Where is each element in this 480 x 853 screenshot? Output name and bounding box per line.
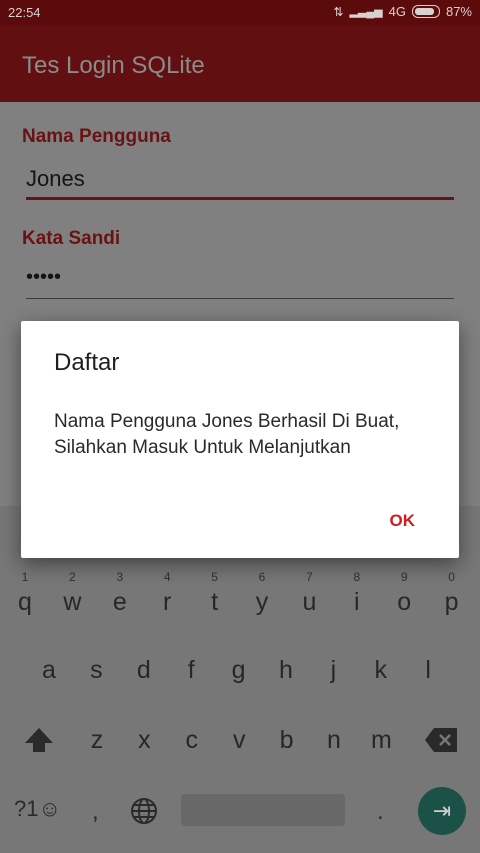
key-o[interactable]: o9 — [384, 570, 424, 617]
dialog-title: Daftar — [54, 349, 120, 376]
key-n[interactable]: n — [314, 726, 354, 755]
key-u[interactable]: u7 — [289, 570, 329, 617]
network-type: 4G — [388, 4, 406, 19]
key-w[interactable]: w2 — [52, 570, 92, 617]
key-h[interactable]: h — [266, 656, 306, 685]
key-label: d — [136, 656, 151, 684]
key-hint: 2 — [69, 570, 76, 584]
key-p[interactable]: p0 — [432, 570, 472, 617]
key-hint: 0 — [448, 570, 455, 584]
password-label: Kata Sandi — [22, 228, 121, 249]
key-label: c — [185, 726, 199, 754]
keyboard-row-2: asdfghjkl — [0, 656, 480, 716]
enter-arrow-icon: ⇥ — [432, 798, 452, 823]
password-underline — [26, 298, 454, 299]
key-label: z — [90, 726, 104, 754]
key-label: v — [232, 726, 246, 754]
key-r[interactable]: r4 — [147, 570, 187, 617]
key-z[interactable]: z — [77, 726, 117, 755]
backspace-icon[interactable] — [424, 727, 458, 753]
key-label: k — [374, 656, 388, 684]
enter-button[interactable]: ⇥ — [418, 787, 466, 835]
key-label: w — [63, 588, 82, 616]
key-label: q — [18, 588, 32, 616]
key-i[interactable]: i8 — [337, 570, 377, 617]
key-hint: 3 — [116, 570, 124, 584]
username-field[interactable]: Jones — [26, 166, 454, 196]
username-underline — [26, 197, 454, 200]
key-label: e — [112, 588, 127, 616]
key-label: h — [279, 656, 293, 684]
dialog-message: Nama Pengguna Jones Berhasil Di Buat, Si… — [54, 411, 400, 458]
key-label: p — [444, 588, 459, 616]
key-label: f — [187, 656, 195, 684]
key-t[interactable]: t5 — [195, 570, 235, 617]
key-label: m — [370, 726, 392, 754]
key-label: y — [255, 588, 269, 616]
key-label: u — [302, 588, 317, 616]
key-e[interactable]: e3 — [100, 570, 140, 617]
password-field[interactable]: ••••• — [26, 266, 454, 296]
key-b[interactable]: b — [267, 726, 307, 755]
key-label: r — [163, 588, 172, 616]
app-bar: Tes Login SQLite — [0, 26, 480, 102]
key-a[interactable]: a — [29, 656, 69, 685]
key-label: b — [279, 726, 294, 754]
key-label: g — [231, 656, 246, 684]
key-k[interactable]: k — [361, 656, 401, 685]
key-j[interactable]: j — [313, 656, 353, 685]
key-g[interactable]: g — [219, 656, 259, 685]
key-label: x — [138, 726, 151, 754]
globe-icon[interactable] — [129, 796, 159, 826]
key-m[interactable]: m — [361, 726, 401, 755]
app-title: Tes Login SQLite — [22, 52, 205, 79]
data-transfer-icon: ⇅ — [333, 4, 344, 19]
key-c[interactable]: c — [172, 726, 212, 755]
keyboard-row-1: q1w2e3r4t5y6u7i8o9p0 — [0, 570, 480, 648]
battery-icon — [411, 5, 440, 18]
key-hint: 8 — [353, 570, 361, 584]
key-hint: 1 — [21, 570, 29, 584]
battery-percent: 87% — [445, 4, 472, 19]
key-label: l — [425, 656, 431, 684]
key-f[interactable]: f — [171, 656, 211, 685]
key-hint: 9 — [400, 570, 408, 584]
key-label: s — [90, 656, 103, 684]
keyboard-row-3: zxcvbnm — [0, 726, 480, 786]
key-y[interactable]: y6 — [242, 570, 282, 617]
period-key[interactable]: . — [377, 798, 384, 826]
key-hint: 7 — [306, 570, 313, 584]
signal-icon: ▂▃▄▅ — [349, 6, 383, 18]
key-label: i — [354, 588, 360, 616]
key-label: n — [327, 726, 341, 754]
key-d[interactable]: d — [124, 656, 164, 685]
shift-icon[interactable] — [22, 724, 56, 758]
register-dialog: Daftar Nama Pengguna Jones Berhasil Di B… — [21, 321, 459, 558]
status-time: 22:54 — [8, 5, 41, 20]
symbols-key[interactable]: ?1☺ — [14, 796, 61, 822]
key-x[interactable]: x — [124, 726, 164, 755]
status-icons: ⇅ ▂▃▄▅ 4G 87% — [333, 4, 472, 19]
key-l[interactable]: l — [408, 656, 448, 685]
key-label: j — [330, 656, 337, 684]
key-hint: 5 — [211, 570, 218, 584]
dialog-ok-button[interactable]: OK — [390, 511, 416, 531]
key-label: t — [211, 588, 219, 616]
key-s[interactable]: s — [76, 656, 116, 685]
space-bar[interactable] — [181, 794, 345, 826]
key-hint: 6 — [258, 570, 266, 584]
key-hint: 4 — [163, 570, 171, 584]
comma-key[interactable]: , — [92, 798, 99, 826]
username-label: Nama Pengguna — [22, 126, 171, 147]
status-bar: 22:54 ⇅ ▂▃▄▅ 4G 87% — [0, 0, 480, 26]
key-v[interactable]: v — [219, 726, 259, 755]
key-q[interactable]: q1 — [5, 570, 45, 617]
key-label: o — [397, 588, 412, 616]
key-label: a — [42, 656, 56, 684]
